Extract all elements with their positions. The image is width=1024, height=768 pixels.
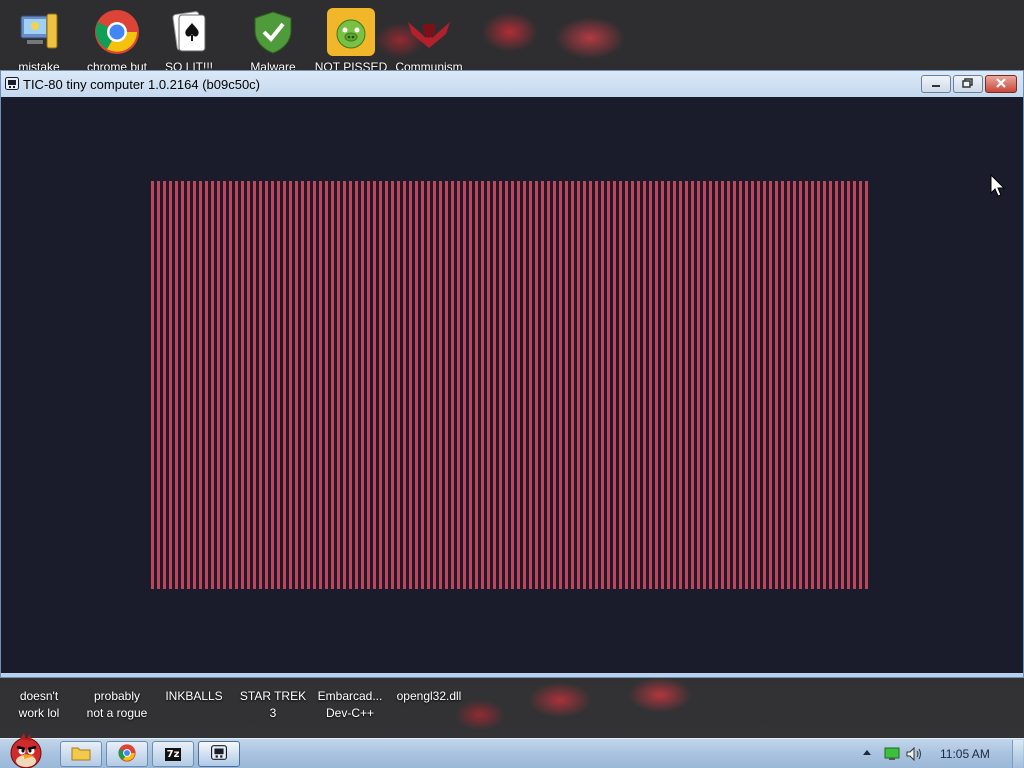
taskbar-7zip-button[interactable]: 7z — [152, 741, 194, 767]
desktop-icon-label: Embarcad... Dev-C++ — [317, 689, 383, 720]
desktop-icon-inkballs[interactable]: INKBALLS — [157, 688, 231, 705]
emblem-icon — [405, 8, 453, 56]
desktop-icon-label: mistake — [18, 60, 60, 70]
7zip-icon: 7z — [164, 747, 182, 761]
start-button[interactable] — [2, 731, 52, 768]
tic80-icon — [5, 77, 19, 90]
desktop-icon-label: probably not a rogue — [86, 689, 148, 720]
close-icon — [995, 77, 1007, 91]
desktop-icon-malware[interactable]: Malware — [236, 0, 310, 70]
desktop-icon-not-pissed[interactable]: NOT PISSED — [314, 0, 388, 70]
solitaire-icon — [165, 8, 213, 56]
close-button[interactable] — [985, 75, 1017, 93]
desktop-icon-label: opengl32.dll — [396, 689, 462, 703]
desktop-icon-solitaire[interactable]: SO LIT!!! — [152, 0, 226, 70]
window-titlebar[interactable]: TIC-80 tiny computer 1.0.2164 (b09c50c) — [1, 71, 1023, 97]
desktop-icon-dev-cpp[interactable]: Embarcad... Dev-C++ — [313, 688, 387, 722]
desktop-icon-label: doesn't work lol — [18, 689, 60, 720]
shield-check-icon — [249, 8, 297, 56]
desktop-icon-label: INKBALLS — [165, 689, 223, 703]
desktop-icon-label: Communism — [395, 60, 463, 70]
taskbar-chrome-button[interactable] — [106, 741, 148, 767]
desktop-icon-label: Malware — [250, 60, 296, 70]
mouse-cursor-icon — [990, 173, 1006, 201]
desktop-icon-communism[interactable]: Communism — [392, 0, 466, 70]
taskbar-tic80-button[interactable] — [198, 741, 240, 767]
restore-icon — [962, 77, 974, 91]
folder-icon — [71, 745, 91, 764]
desktop-icon-probably-not-a-rogue[interactable]: probably not a rogue — [80, 688, 154, 722]
desktop-icon-star-trek-3[interactable]: STAR TREK 3 — [236, 688, 310, 722]
tic80-icon — [211, 745, 227, 763]
window-title: TIC-80 tiny computer 1.0.2164 (b09c50c) — [23, 77, 261, 92]
taskbar-explorer-button[interactable] — [60, 741, 102, 767]
desktop-icon-doesnt-work[interactable]: doesn't work lol — [2, 688, 76, 722]
desktop-icon-label: chrome but — [86, 60, 148, 70]
minimize-icon — [931, 77, 941, 91]
desktop-icon-label: SO LIT!!! — [164, 60, 213, 70]
angry-bird-start-icon — [2, 733, 52, 768]
desktop-icon-label: STAR TREK 3 — [239, 689, 307, 720]
show-hidden-icon[interactable] — [862, 747, 872, 762]
chrome-icon — [93, 8, 141, 56]
taskbar: 7z 11:05 AM — [0, 733, 1024, 768]
minimize-button[interactable] — [921, 75, 951, 93]
network-icon[interactable] — [884, 747, 900, 764]
show-desktop-button[interactable] — [1012, 740, 1023, 768]
desktop-icon-label: NOT PISSED — [314, 60, 388, 70]
bad-piggies-icon — [327, 8, 375, 56]
desktop-icon-opengl32[interactable]: opengl32.dll — [392, 688, 466, 705]
tic80-screen[interactable] — [151, 181, 869, 589]
desktop-icon-mistake[interactable]: mistake — [2, 0, 76, 70]
tic80-window[interactable]: TIC-80 tiny computer 1.0.2164 (b09c50c) — [0, 70, 1024, 678]
volume-icon[interactable] — [906, 746, 924, 764]
computer-icon — [15, 8, 63, 56]
maximize-button[interactable] — [953, 75, 983, 93]
window-client-area[interactable] — [1, 97, 1023, 673]
desktop-icon-chrome[interactable]: chrome but — [80, 0, 154, 70]
taskbar-clock[interactable]: 11:05 AM — [940, 747, 990, 761]
chrome-icon — [118, 743, 136, 765]
